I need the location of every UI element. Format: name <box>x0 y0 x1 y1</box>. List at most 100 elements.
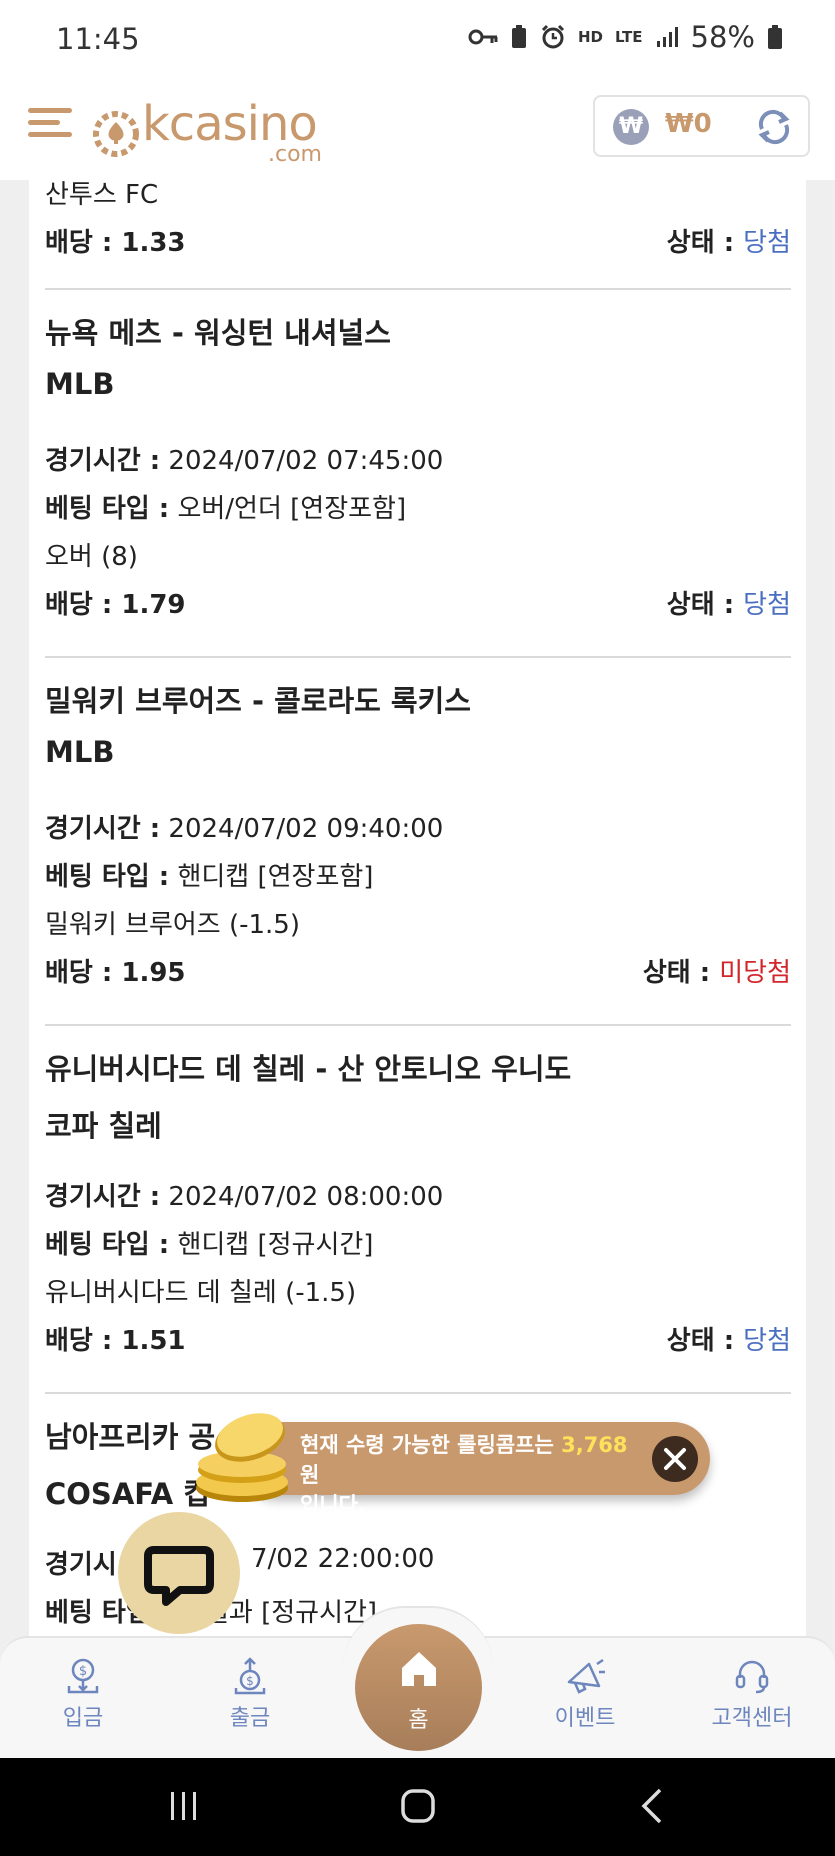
bet-type: 핸디캡 [연장포함] <box>177 862 374 892</box>
status-time: 11:45 <box>56 22 140 56</box>
status-label: 상태 : <box>666 228 735 258</box>
odds-label: 배당 : <box>45 958 113 988</box>
divider <box>45 288 791 290</box>
deposit-icon: $ <box>67 1658 99 1694</box>
system-nav-bar <box>0 1758 835 1856</box>
nav-support[interactable]: 고객센터 <box>697 1656 807 1732</box>
divider <box>45 1024 791 1026</box>
alarm-icon <box>541 24 565 49</box>
battery-icon <box>768 25 782 49</box>
nav-deposit-label: 입금 <box>62 1706 104 1731</box>
odds-value: 1.33 <box>121 228 186 258</box>
toast-close-button[interactable] <box>652 1436 698 1482</box>
match-time: 2024/07/02 09:40:00 <box>168 814 444 844</box>
close-icon <box>664 1448 686 1470</box>
home-system-icon[interactable] <box>398 1786 438 1826</box>
logo-sub: .com <box>268 142 322 167</box>
bet-card: 유니버시다드 데 칠레 - 산 안토니오 우니도 코파 칠레 경기시간 : 20… <box>45 1046 791 1356</box>
match-time: 2024/07/02 07:45:00 <box>168 446 444 476</box>
kcasino-logo[interactable]: kcasino .com <box>92 96 322 167</box>
app-header: kcasino .com ₩ ₩0 <box>0 82 835 180</box>
status-bar: 11:45 HD LTE 58% <box>0 0 835 82</box>
status-value: 당첨 <box>743 228 791 258</box>
bet-match-title: 남아프리카 공 <box>45 1420 216 1454</box>
chat-bubble-icon <box>144 1546 214 1606</box>
toast-amount: 3,768 <box>561 1433 628 1457</box>
status-label: 상태 : <box>666 1326 735 1356</box>
type-label: 베팅 타입 : <box>45 862 170 892</box>
bet-card: 밀워키 브루어즈 - 콜로라도 록키스 MLB 경기시간 : 2024/07/0… <box>45 678 791 988</box>
divider <box>45 1392 791 1394</box>
bet-league: COSAFA 컵 <box>45 1477 210 1511</box>
headset-icon <box>735 1660 769 1694</box>
bet-card: 산투스 FC 배당 : 1.33 상태 : 당첨 <box>45 180 791 290</box>
odds-value: 1.79 <box>121 590 186 620</box>
wallet-amount: ₩0 <box>665 109 712 139</box>
battery-saver-icon <box>511 25 526 48</box>
time-label: 경기시간 : <box>45 446 161 476</box>
bet-selection: 밀워키 브루어즈 (-1.5) <box>45 910 300 940</box>
odds-value: 1.51 <box>121 1326 186 1356</box>
bet-selection: 오버 (8) <box>45 542 138 572</box>
status-value: 당첨 <box>743 590 791 620</box>
wallet-balance[interactable]: ₩ ₩0 <box>593 95 810 157</box>
home-icon <box>402 1652 436 1686</box>
match-time: 7/02 22:00:00 <box>251 1544 435 1574</box>
won-currency-icon: ₩ <box>613 109 649 145</box>
network-hd: HD <box>577 28 603 46</box>
toast-text-after: 입니다. <box>300 1493 366 1517</box>
toast-message: 현재 수령 가능한 롤링콤프는 3,768 원입니다. <box>300 1430 650 1520</box>
status-icons: HD LTE 58% <box>468 20 783 54</box>
nav-home-label: 홈 <box>408 1708 429 1733</box>
toast-text: 현재 수령 가능한 롤링콤프는 <box>300 1433 554 1457</box>
nav-support-label: 고객센터 <box>711 1706 793 1731</box>
signal-icon <box>656 27 678 47</box>
nav-withdraw-label: 출금 <box>229 1706 271 1731</box>
hamburger-menu-icon[interactable] <box>28 100 74 150</box>
chat-button[interactable] <box>118 1512 240 1634</box>
gold-coins-icon <box>196 1413 288 1502</box>
key-icon <box>468 29 498 45</box>
status-label: 상태 : <box>642 958 711 988</box>
status-value: 미당첨 <box>719 958 791 988</box>
nav-home[interactable]: 홈 <box>355 1624 482 1751</box>
bet-selection: 산투스 FC <box>45 180 159 210</box>
bet-history-list: 산투스 FC 배당 : 1.33 상태 : 당첨 뉴욕 메츠 - 워싱턴 내셔널… <box>29 180 806 1636</box>
type-label: 베팅 타입 : <box>45 1230 170 1260</box>
time-label: 경기시간 : <box>45 1182 161 1212</box>
svg-text:$: $ <box>79 1664 87 1679</box>
divider <box>45 656 791 658</box>
refresh-icon[interactable] <box>754 107 794 147</box>
svg-text:$: $ <box>246 1674 254 1688</box>
poker-chip-logo-icon <box>93 111 139 157</box>
toast-unit: 원 <box>300 1463 320 1487</box>
network-lte: LTE <box>614 28 643 46</box>
bet-match-title: 뉴욕 메츠 - 워싱턴 내셔널스 <box>45 316 391 350</box>
back-icon[interactable] <box>634 1786 670 1826</box>
recent-apps-icon[interactable] <box>166 1788 202 1824</box>
status-label: 상태 : <box>666 590 735 620</box>
nav-withdraw[interactable]: $ 출금 <box>195 1656 305 1732</box>
battery-percent: 58% <box>690 20 755 54</box>
bet-league: MLB <box>45 735 115 769</box>
odds-value: 1.95 <box>121 958 186 988</box>
bet-league: MLB <box>45 367 115 401</box>
odds-label: 배당 : <box>45 1326 113 1356</box>
nav-event[interactable]: 이벤트 <box>530 1656 640 1732</box>
match-time: 2024/07/02 08:00:00 <box>168 1182 444 1212</box>
time-label: 경기시간 : <box>45 814 161 844</box>
time-label: 경기시 <box>45 1550 117 1580</box>
bet-match-title: 유니버시다드 데 칠레 - 산 안토니오 우니도 <box>45 1052 572 1086</box>
rolling-comp-toast: 현재 수령 가능한 롤링콤프는 3,768 원입니다. <box>240 1422 710 1517</box>
bet-match-title: 밀워키 브루어즈 - 콜로라도 록키스 <box>45 684 471 718</box>
bet-type: 오버/언더 [연장포함] <box>177 494 407 524</box>
bet-league: 코파 칠레 <box>45 1109 162 1143</box>
nav-deposit[interactable]: $ 입금 <box>28 1656 138 1732</box>
withdraw-icon: $ <box>234 1657 266 1695</box>
status-value: 당첨 <box>743 1326 791 1356</box>
nav-event-label: 이벤트 <box>554 1706 616 1731</box>
bet-type: 핸디캡 [정규시간] <box>177 1230 374 1260</box>
odds-label: 배당 : <box>45 590 113 620</box>
bet-selection: 유니버시다드 데 칠레 (-1.5) <box>45 1278 357 1308</box>
odds-label: 배당 : <box>45 228 113 258</box>
